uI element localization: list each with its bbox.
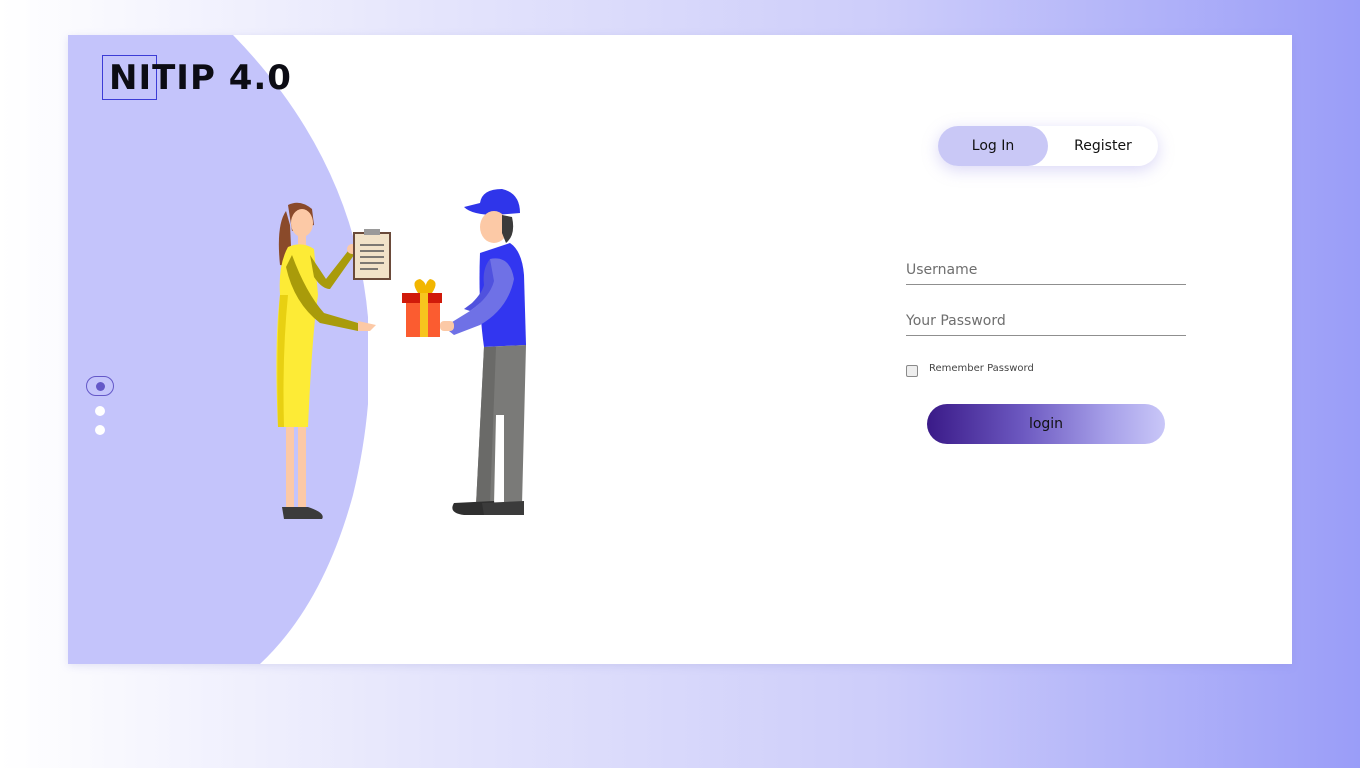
slider-dot-1[interactable] bbox=[86, 376, 114, 396]
password-input[interactable] bbox=[906, 306, 1186, 336]
clipboard-icon bbox=[353, 229, 391, 280]
username-input[interactable] bbox=[906, 255, 1186, 285]
delivery-illustration bbox=[276, 189, 526, 519]
slider-dot-3[interactable] bbox=[95, 425, 105, 435]
slider-dot-2[interactable] bbox=[95, 406, 105, 416]
slider-pagination bbox=[86, 376, 116, 436]
login-card: NITIP 4.0 Log In Register Username Remem… bbox=[68, 35, 1292, 664]
tab-login[interactable]: Log In bbox=[938, 126, 1048, 166]
remember-password-label: Remember Password bbox=[929, 363, 1034, 374]
tab-register[interactable]: Register bbox=[1048, 126, 1158, 166]
gift-icon bbox=[402, 279, 442, 337]
courier-figure bbox=[440, 189, 526, 515]
brand-logo: NITIP 4.0 bbox=[102, 55, 291, 103]
remember-password-checkbox[interactable] bbox=[906, 365, 918, 377]
auth-tabs: Log In Register bbox=[938, 126, 1158, 166]
brand-name: NITIP 4.0 bbox=[109, 58, 292, 98]
login-button[interactable]: login bbox=[927, 404, 1165, 444]
